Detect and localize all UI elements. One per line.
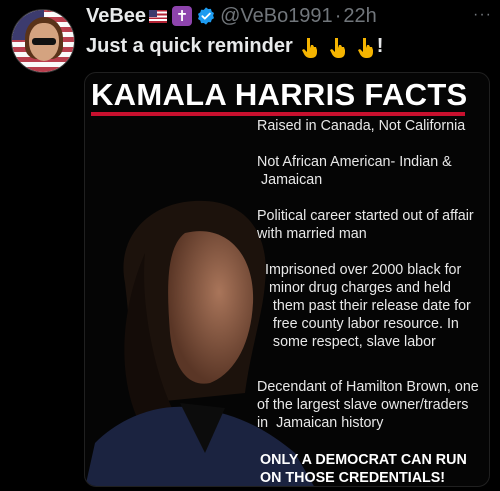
fact-item: Not African American- Indian & Jamaican xyxy=(257,154,452,188)
post-text-body: Just a quick reminder xyxy=(86,35,293,57)
image-title: KAMALA HARRIS FACTS xyxy=(91,77,468,112)
display-name[interactable]: VeBee xyxy=(86,5,146,28)
closing-statement: ONLY A DEMOCRAT CAN RUN ON THOSE CREDENT… xyxy=(260,452,467,486)
fact-item: Raised in Canada, Not California xyxy=(257,118,466,134)
more-icon[interactable]: ··· xyxy=(473,6,492,24)
post-image[interactable]: KAMALA HARRIS FACTS Raised in Canada, No… xyxy=(84,72,490,487)
title-underline xyxy=(91,112,465,116)
post-header: VeBee ✝ @VeBo1991 · 22h xyxy=(86,4,377,28)
separator: · xyxy=(334,4,342,27)
fact-item: Imprisoned over 2000 black for minor dru… xyxy=(264,262,471,350)
post-text: Just a quick reminder ! xyxy=(86,35,383,58)
fact-item: Decendant of Hamilton Brown, one of the … xyxy=(257,379,479,431)
pointing-down-icon xyxy=(355,36,377,58)
handle[interactable]: @VeBo1991 xyxy=(220,5,333,28)
timestamp[interactable]: 22h xyxy=(343,5,376,28)
fact-item: Political career started out of affair w… xyxy=(257,208,474,242)
verified-badge-icon[interactable] xyxy=(196,6,216,26)
post-text-punct: ! xyxy=(376,35,384,57)
avatar[interactable] xyxy=(11,9,75,73)
us-flag-icon xyxy=(149,9,168,23)
cross-icon: ✝ xyxy=(172,6,193,26)
pointing-down-icon xyxy=(327,36,349,58)
pointing-down-icon xyxy=(299,36,321,58)
